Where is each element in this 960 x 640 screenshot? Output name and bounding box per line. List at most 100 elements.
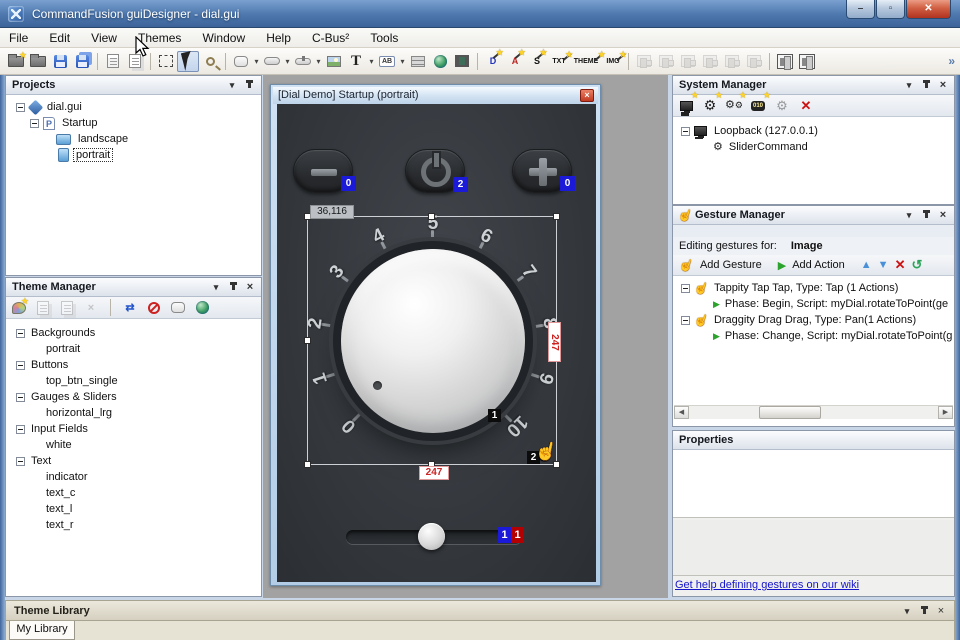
- button-theme-icon[interactable]: [169, 299, 187, 316]
- slider-shape-icon[interactable]: [292, 51, 314, 72]
- image-tool-icon[interactable]: [323, 51, 345, 72]
- wiki-help-link[interactable]: Get help defining gestures on our wiki: [675, 579, 859, 591]
- gesture-action-pan[interactable]: ▶ Phase: Change, Script: myDial.rotateTo…: [673, 328, 954, 344]
- tree-group-backgrounds[interactable]: Backgrounds: [6, 325, 261, 341]
- gesture-action-tap[interactable]: ▶ Phase: Begin, Script: myDial.rotateToP…: [673, 296, 954, 312]
- collapse-icon[interactable]: [16, 457, 25, 466]
- tree-item-horizontal-lrg[interactable]: horizontal_lrg: [6, 405, 261, 421]
- collapse-icon[interactable]: [16, 361, 25, 370]
- tree-item-portrait[interactable]: portrait: [6, 147, 261, 163]
- move-down-icon[interactable]: ▼: [878, 259, 889, 271]
- collapse-icon[interactable]: [16, 425, 25, 434]
- add-command-icon[interactable]: ⚙: [701, 97, 719, 114]
- revert-gesture-icon[interactable]: ↺: [911, 257, 922, 273]
- align-bottom-icon[interactable]: [743, 51, 765, 72]
- theme-library-close-icon[interactable]: ×: [934, 605, 948, 618]
- collapse-icon[interactable]: [681, 284, 690, 293]
- new-project-icon[interactable]: [5, 51, 27, 72]
- marquee-select-icon[interactable]: [155, 51, 177, 72]
- collapse-icon[interactable]: [16, 393, 25, 402]
- collapse-icon[interactable]: [30, 119, 39, 128]
- move-tool-icon[interactable]: [177, 51, 199, 72]
- image-wizard-icon[interactable]: IMG: [602, 51, 624, 72]
- selection-handle-sw[interactable]: [304, 461, 311, 468]
- collapse-icon[interactable]: [16, 103, 25, 112]
- tree-item-indicator[interactable]: indicator: [6, 469, 261, 485]
- menu-view[interactable]: View: [82, 28, 126, 48]
- toolbar-overflow-icon[interactable]: »: [948, 54, 955, 68]
- button-shape-dropdown-icon[interactable]: ▾: [252, 57, 261, 66]
- tree-item-bg-portrait[interactable]: portrait: [6, 341, 261, 357]
- text-tool-icon[interactable]: T: [345, 51, 367, 72]
- tree-item-text-l[interactable]: text_l: [6, 501, 261, 517]
- size-to-height-icon[interactable]: [796, 51, 818, 72]
- align-middle-icon[interactable]: [721, 51, 743, 72]
- selection-handle-n[interactable]: [428, 213, 435, 220]
- theme-manager-pin-icon[interactable]: [226, 281, 240, 294]
- system-wizard-icon[interactable]: S: [526, 51, 548, 72]
- maximize-button[interactable]: ▫: [876, 0, 905, 19]
- align-left-icon[interactable]: [633, 51, 655, 72]
- scrollbar-thumb[interactable]: [759, 406, 821, 419]
- system-manager-menu-icon[interactable]: ▾: [902, 79, 916, 92]
- web-tool-icon[interactable]: [429, 51, 451, 72]
- zoom-icon[interactable]: [199, 51, 221, 72]
- gesture-manager-menu-icon[interactable]: ▾: [902, 209, 916, 222]
- menu-tools[interactable]: Tools: [361, 28, 407, 48]
- tree-item-slidercommand[interactable]: ⚙ SliderCommand: [673, 139, 954, 155]
- close-button[interactable]: ✕: [906, 0, 951, 19]
- add-action-button[interactable]: Add Action: [792, 259, 845, 271]
- collapse-icon[interactable]: [681, 127, 690, 136]
- menu-cbus[interactable]: C-Bus²: [303, 28, 358, 48]
- selection-handle-w[interactable]: [304, 337, 311, 344]
- device-screen[interactable]: 0 2 0 0 1 2 3 4 5: [277, 104, 596, 582]
- save-all-icon[interactable]: [71, 51, 93, 72]
- tree-group-buttons[interactable]: Buttons: [6, 357, 261, 373]
- flip-theme-icon[interactable]: ⇄: [121, 299, 139, 316]
- theme-library-pin-icon[interactable]: [917, 605, 931, 618]
- web-theme-icon[interactable]: [193, 299, 211, 316]
- device-close-icon[interactable]: ×: [580, 89, 594, 102]
- tree-item-white[interactable]: white: [6, 437, 261, 453]
- no-theme-icon[interactable]: [145, 299, 163, 316]
- text-wizard-icon[interactable]: TXT: [548, 51, 570, 72]
- slider-shape-dropdown-icon[interactable]: ▾: [314, 57, 323, 66]
- gesture-item-tap[interactable]: ☝ Tappity Tap Tap, Type: Tap (1 Actions): [673, 280, 954, 296]
- tree-item-landscape[interactable]: landscape: [6, 131, 261, 147]
- menu-window[interactable]: Window: [193, 28, 254, 48]
- theme-wizard-icon[interactable]: [10, 299, 28, 316]
- volume-slider-thumb[interactable]: [418, 523, 445, 550]
- collapse-icon[interactable]: [681, 316, 690, 325]
- page-properties-icon[interactable]: [102, 51, 124, 72]
- align-center-icon[interactable]: [655, 51, 677, 72]
- pill-shape-dropdown-icon[interactable]: ▾: [283, 57, 292, 66]
- selection-rectangle[interactable]: [307, 216, 557, 465]
- add-macro-icon[interactable]: ⚙⚙: [725, 97, 743, 114]
- save-icon[interactable]: [49, 51, 71, 72]
- tree-item-dialgui[interactable]: dial.gui: [6, 99, 261, 115]
- theme-manager-menu-icon[interactable]: ▾: [209, 281, 223, 294]
- tree-group-gauges-sliders[interactable]: Gauges & Sliders: [6, 389, 261, 405]
- theme-wizard-icon[interactable]: THEME: [570, 51, 602, 72]
- tab-my-library[interactable]: My Library: [9, 621, 75, 640]
- delete-gesture-icon[interactable]: ✕: [895, 257, 906, 273]
- copy-theme-icon[interactable]: [34, 299, 52, 316]
- delete-theme-icon[interactable]: ×: [82, 299, 100, 316]
- menu-file[interactable]: File: [0, 28, 37, 48]
- tree-item-top-btn-single[interactable]: top_btn_single: [6, 373, 261, 389]
- menu-help[interactable]: Help: [257, 28, 300, 48]
- paste-theme-icon[interactable]: [58, 299, 76, 316]
- input-field-tool-icon[interactable]: AB: [376, 51, 398, 72]
- menu-edit[interactable]: Edit: [40, 28, 79, 48]
- scroll-left-icon[interactable]: ◀: [674, 406, 689, 419]
- text-tool-dropdown-icon[interactable]: ▾: [367, 57, 376, 66]
- edit-system-icon[interactable]: ⚙: [773, 97, 791, 114]
- system-manager-close-icon[interactable]: ×: [936, 79, 950, 92]
- projects-pin-icon[interactable]: [242, 79, 256, 92]
- tree-item-text-r[interactable]: text_r: [6, 517, 261, 533]
- add-gesture-button[interactable]: Add Gesture: [700, 259, 762, 271]
- projects-menu-icon[interactable]: ▾: [225, 79, 239, 92]
- add-system-icon[interactable]: [677, 97, 695, 114]
- scroll-right-icon[interactable]: ▶: [938, 406, 953, 419]
- device-window-titlebar[interactable]: [Dial Demo] Startup (portrait) ×: [273, 87, 598, 104]
